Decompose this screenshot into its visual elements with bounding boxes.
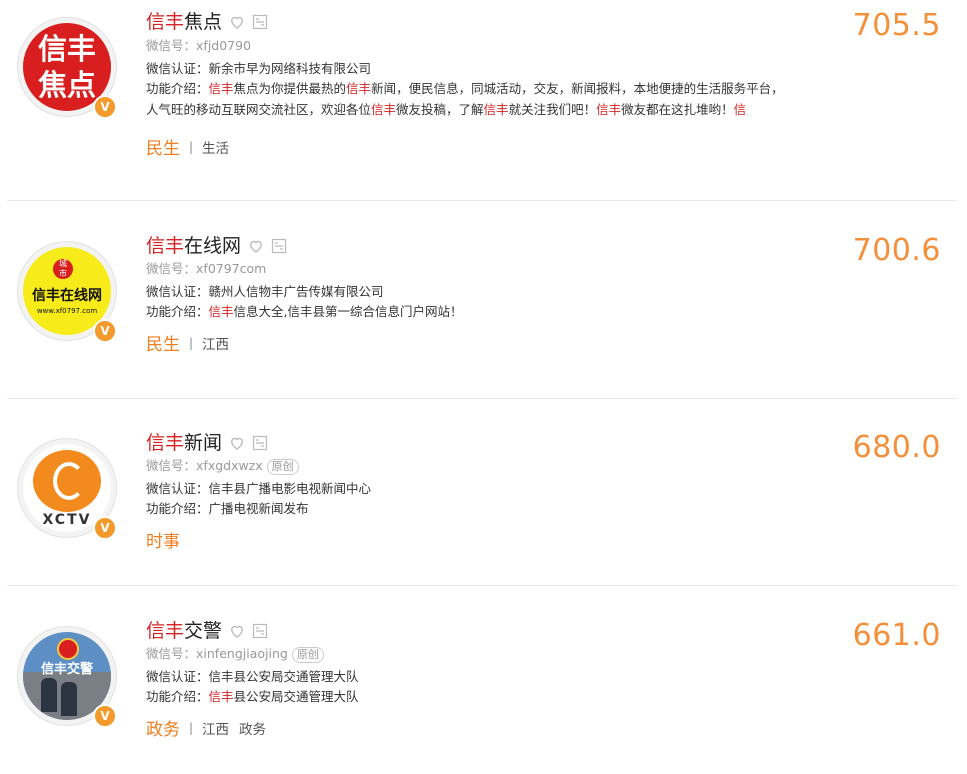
avatar-text: 信丰 [37, 32, 96, 66]
avatar[interactable]: XCTV V [17, 438, 117, 540]
intro-text: 焦点为你提供最热的 [233, 81, 347, 96]
qr-code-icon[interactable] [271, 238, 287, 254]
certification: 微信认证：新余市早为网络科技有限公司 [146, 61, 372, 76]
avatar-text: 信丰在线网 [32, 288, 102, 304]
score: 700.6 [852, 233, 941, 268]
category-tag-sub[interactable]: 江西 [202, 333, 229, 353]
intro-text: 广播电视新闻发布 [208, 501, 309, 516]
verified-badge-icon: V [93, 516, 117, 540]
title-row: 信丰交警 [146, 618, 268, 644]
category-tag-main[interactable]: 民生 [146, 330, 180, 355]
category-tag-sub[interactable]: 江西 [202, 718, 229, 738]
wechat-id: 微信号：xfjd0790 [146, 38, 252, 53]
wechat-id: 微信号：xinfengjiaojing 原创 [146, 645, 324, 663]
heart-icon[interactable] [228, 13, 246, 31]
keyword-highlight: 信丰 [596, 102, 622, 117]
score: 680.0 [852, 430, 941, 465]
introduction: 功能介绍：广播电视新闻发布 [146, 501, 309, 516]
avatar[interactable]: 信丰交警 V [17, 626, 117, 728]
category-tags: 时事 [146, 527, 180, 552]
avatar-text: www.xf0797.com [36, 307, 98, 315]
category-tag-sub[interactable]: 政务 [239, 718, 266, 738]
divider [7, 585, 957, 586]
verified-badge-icon: V [93, 704, 117, 728]
intro-text: 微友投稿，了解 [396, 102, 484, 117]
category-tag-main[interactable]: 时事 [146, 527, 180, 552]
account-card[interactable]: 信丰 焦点 V 信丰焦点 微信号：xfjd0790 微信认证：新余市早为网络科技… [7, 0, 957, 200]
intro-text: 微友都在这扎堆哟！ [621, 102, 734, 117]
original-badge: 原创 [266, 459, 299, 475]
intro-text: 就关注我们吧！ [508, 102, 597, 117]
keyword-highlight: 信丰 [208, 304, 234, 319]
avatar-text: 市 [59, 269, 67, 278]
account-name[interactable]: 信丰在线网 [146, 234, 241, 258]
qr-code-icon[interactable] [252, 623, 268, 639]
verified-badge-icon: V [93, 319, 117, 343]
introduction: 功能介绍：信丰焦点为你提供最热的信丰新闻，便民信息，同城活动，交友，新闻报料，本… [146, 81, 784, 117]
title-row: 信丰焦点 [146, 9, 268, 35]
avatar-text: 焦点 [37, 68, 96, 102]
tag-separator: | [189, 720, 194, 735]
divider [7, 398, 957, 399]
introduction: 功能介绍：信丰县公安局交通管理大队 [146, 689, 359, 704]
account-name[interactable]: 信丰交警 [146, 619, 222, 643]
title-row: 信丰在线网 [146, 233, 287, 259]
heart-icon[interactable] [228, 434, 246, 452]
intro-text: 信息大全,信丰县第一综合信息门户网站！ [233, 304, 463, 319]
tag-separator: | [189, 335, 194, 350]
heart-icon[interactable] [228, 622, 246, 640]
keyword-highlight: 信 [733, 102, 747, 117]
category-tag-main[interactable]: 民生 [146, 134, 180, 159]
score: 661.0 [852, 618, 941, 653]
keyword-highlight: 信丰 [346, 81, 372, 96]
category-tags: 民生 | 江西 [146, 330, 239, 355]
divider [7, 200, 957, 201]
account-card[interactable]: XCTV V 信丰新闻 微信号：xfxgdxwzx 原创 微信认证：信丰县广播电影… [7, 422, 957, 585]
account-card[interactable]: 信丰交警 V 信丰交警 微信号：xinfengjiaojing 原创 微信认证：信… [7, 610, 957, 774]
introduction: 功能介绍：信丰信息大全,信丰县第一综合信息门户网站！ [146, 304, 463, 319]
title-row: 信丰新闻 [146, 430, 268, 456]
tag-separator: | [189, 139, 194, 154]
account-name[interactable]: 信丰新闻 [146, 431, 222, 455]
wechat-id: 微信号：xf0797com [146, 261, 267, 276]
avatar-text: 信丰交警 [40, 662, 93, 677]
avatar[interactable]: 信丰 焦点 V [17, 17, 117, 119]
certification: 微信认证：信丰县广播电影电视新闻中心 [146, 481, 372, 496]
certification: 微信认证：信丰县公安局交通管理大队 [146, 669, 359, 684]
account-card[interactable]: 城市 信丰在线网 www.xf0797.com V 信丰在线网 微信号：xf07… [7, 225, 957, 398]
keyword-highlight: 信丰 [483, 102, 509, 117]
keyword-highlight: 信丰 [208, 81, 234, 96]
original-badge: 原创 [291, 647, 324, 663]
heart-icon[interactable] [247, 237, 265, 255]
category-tag-sub[interactable]: 生活 [202, 137, 229, 157]
qr-code-icon[interactable] [252, 435, 268, 451]
account-name[interactable]: 信丰焦点 [146, 10, 222, 34]
category-tags: 政务 | 江西 政务 [146, 715, 276, 740]
avatar[interactable]: 城市 信丰在线网 www.xf0797.com V [17, 241, 117, 343]
qr-code-icon[interactable] [252, 14, 268, 30]
category-tag-main[interactable]: 政务 [146, 715, 180, 740]
keyword-highlight: 信丰 [371, 102, 397, 117]
verified-badge-icon: V [93, 95, 117, 119]
category-tags: 民生 | 生活 [146, 134, 239, 159]
intro-text: 县公安局交通管理大队 [233, 689, 359, 704]
certification: 微信认证：赣州人信物丰广告传媒有限公司 [146, 284, 384, 299]
avatar-text: 城 [59, 259, 67, 268]
wechat-id: 微信号：xfxgdxwzx 原创 [146, 457, 299, 475]
keyword-highlight: 信丰 [208, 689, 234, 704]
score: 705.5 [852, 8, 941, 43]
